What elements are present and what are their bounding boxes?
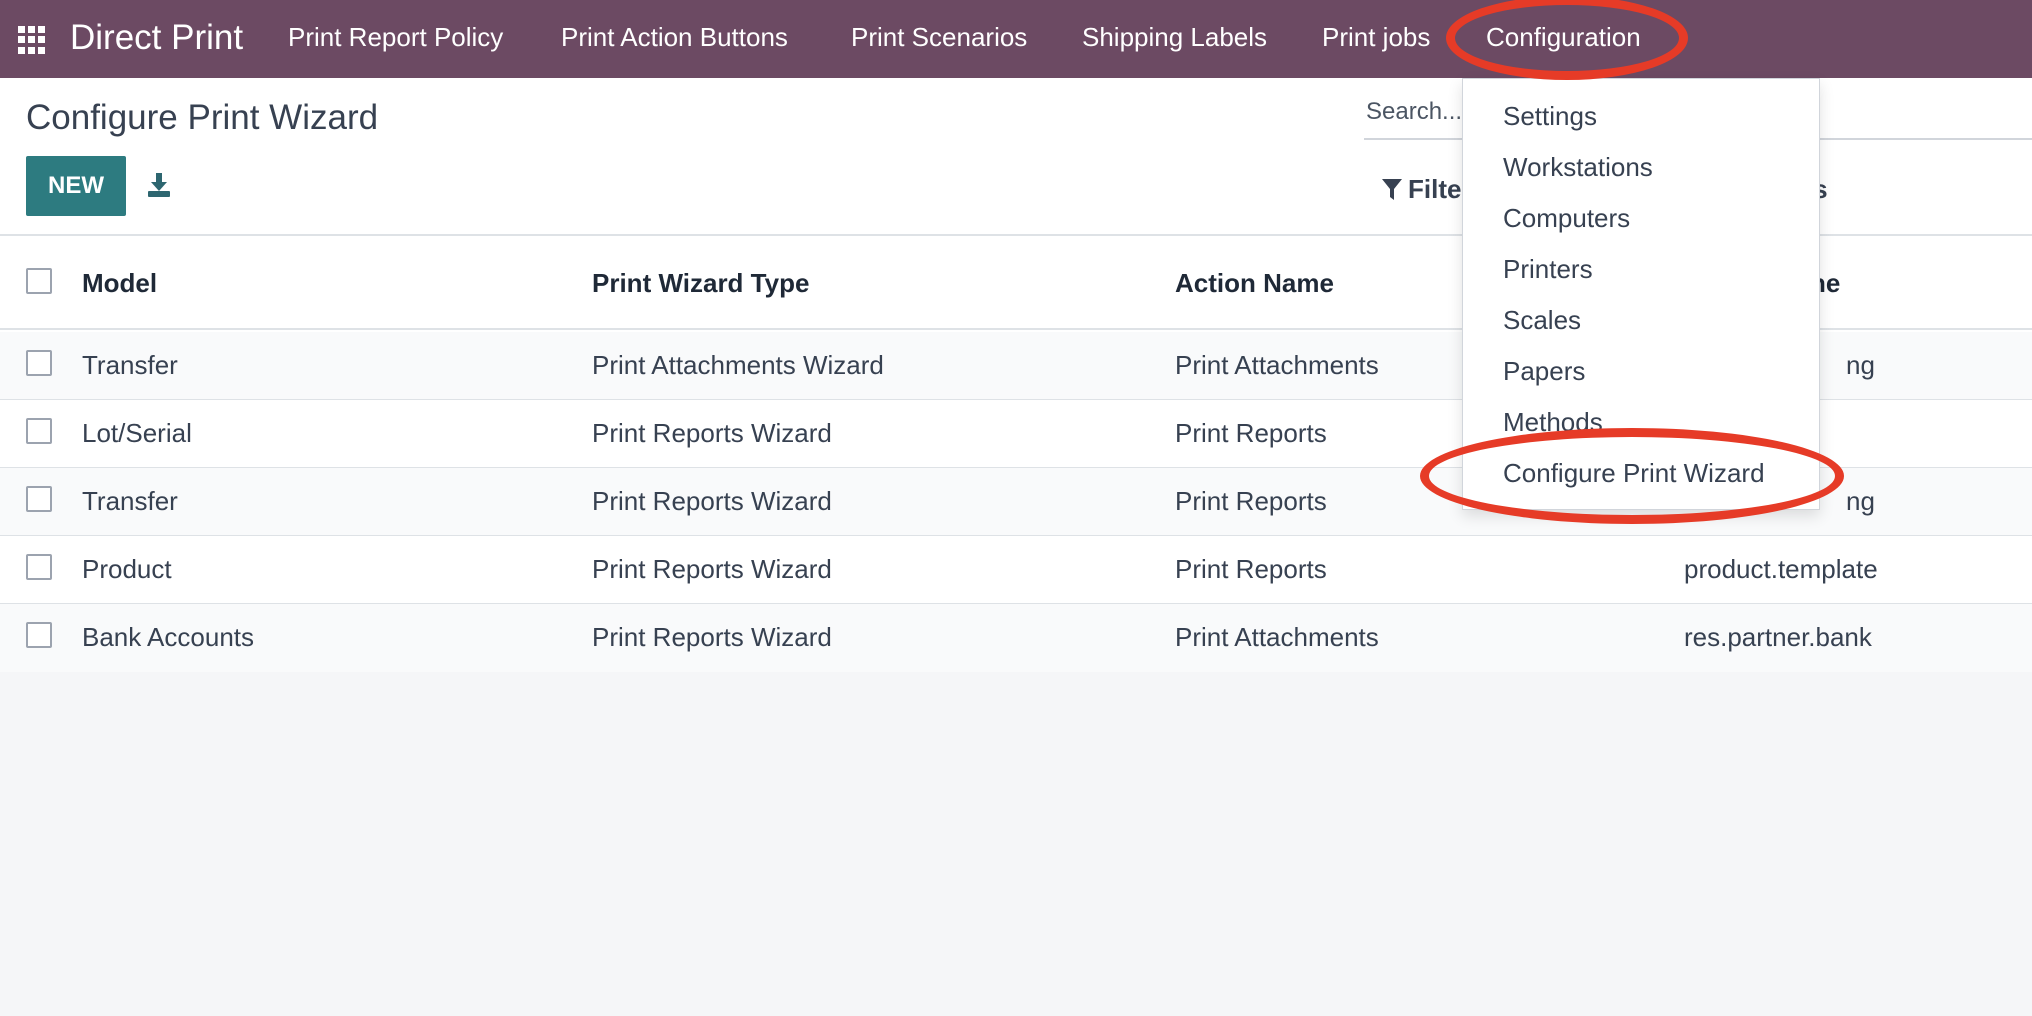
- nav-print-jobs[interactable]: Print jobs: [1322, 22, 1430, 53]
- download-icon[interactable]: [146, 172, 172, 198]
- nav-shipping-labels[interactable]: Shipping Labels: [1082, 22, 1267, 53]
- nav-print-scenarios[interactable]: Print Scenarios: [851, 22, 1027, 53]
- row-checkbox[interactable]: [26, 418, 52, 444]
- menu-item-settings[interactable]: Settings: [1503, 101, 1597, 132]
- menu-item-computers[interactable]: Computers: [1503, 203, 1630, 234]
- menu-item-configure-print-wizard[interactable]: Configure Print Wizard: [1503, 458, 1765, 489]
- cell-action-name: Print Reports: [1175, 418, 1327, 448]
- nav-print-report-policy[interactable]: Print Report Policy: [288, 22, 503, 53]
- menu-item-workstations[interactable]: Workstations: [1503, 152, 1653, 183]
- cell-model: Lot/Serial: [82, 418, 192, 448]
- menu-item-methods[interactable]: Methods: [1503, 407, 1603, 438]
- cell-model-name: res.partner.bank: [1684, 622, 1872, 652]
- row-checkbox[interactable]: [26, 554, 52, 580]
- page-title: Configure Print Wizard: [26, 98, 379, 137]
- cell-action-name: Print Attachments: [1175, 350, 1379, 380]
- cell-model: Product: [82, 554, 172, 584]
- row-checkbox[interactable]: [26, 350, 52, 376]
- nav-print-action-buttons[interactable]: Print Action Buttons: [561, 22, 788, 53]
- cell-wizard-type: Print Reports Wizard: [592, 486, 832, 516]
- cell-wizard-type: Print Reports Wizard: [592, 622, 832, 652]
- row-checkbox[interactable]: [26, 622, 52, 648]
- configuration-dropdown: Settings Workstations Computers Printers…: [1462, 78, 1820, 510]
- cell-model: Bank Accounts: [82, 622, 254, 652]
- filter-icon: [1382, 178, 1402, 200]
- cell-wizard-type: Print Attachments Wizard: [592, 350, 884, 380]
- header-action-name[interactable]: Action Name: [1175, 268, 1334, 299]
- menu-item-scales[interactable]: Scales: [1503, 305, 1581, 336]
- top-navbar: Direct Print Print Report Policy Print A…: [0, 0, 2032, 78]
- header-model[interactable]: Model: [82, 268, 157, 299]
- cell-model-name: product.template: [1684, 554, 1878, 584]
- cell-model-name: ng: [1846, 350, 1875, 380]
- app-brand[interactable]: Direct Print: [70, 18, 243, 58]
- cell-action-name: Print Reports: [1175, 554, 1327, 584]
- table-row[interactable]: Product Print Reports Wizard Print Repor…: [0, 536, 2032, 604]
- apps-grid-icon[interactable]: [18, 26, 46, 54]
- cell-model: Transfer: [82, 486, 178, 516]
- row-checkbox[interactable]: [26, 486, 52, 512]
- table-row[interactable]: Bank Accounts Print Reports Wizard Print…: [0, 604, 2032, 672]
- cell-wizard-type: Print Reports Wizard: [592, 418, 832, 448]
- header-print-wizard-type[interactable]: Print Wizard Type: [592, 268, 809, 299]
- menu-item-papers[interactable]: Papers: [1503, 356, 1585, 387]
- menu-item-printers[interactable]: Printers: [1503, 254, 1593, 285]
- cell-wizard-type: Print Reports Wizard: [592, 554, 832, 584]
- cell-model-name: ng: [1846, 486, 1875, 516]
- cell-action-name: Print Attachments: [1175, 622, 1379, 652]
- cell-model: Transfer: [82, 350, 178, 380]
- nav-configuration[interactable]: Configuration: [1486, 22, 1641, 53]
- select-all-checkbox[interactable]: [26, 268, 52, 294]
- new-button[interactable]: NEW: [26, 156, 126, 216]
- cell-action-name: Print Reports: [1175, 486, 1327, 516]
